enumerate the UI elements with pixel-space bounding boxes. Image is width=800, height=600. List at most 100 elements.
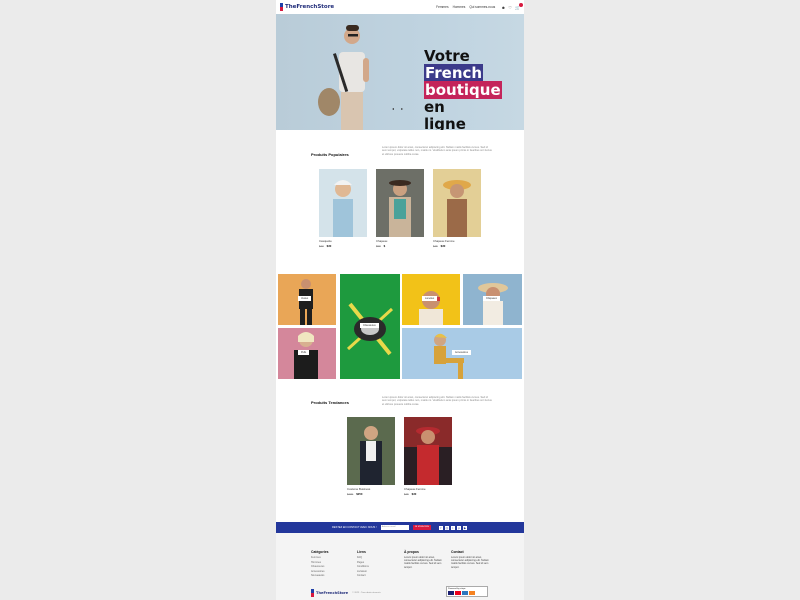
new-price: $250 — [356, 492, 363, 496]
newsletter-email-input[interactable]: Adresse email — [380, 525, 409, 530]
product-card[interactable]: Casquette $40 $30 — [319, 169, 367, 248]
copyright: © 2023 - Tous droits réservés — [352, 592, 381, 594]
pinterest-icon[interactable]: p — [456, 525, 461, 530]
instagram-icon[interactable]: ◎ — [444, 525, 449, 530]
social-links: f ◎ t p ▶ — [438, 525, 467, 530]
footer-categories: Catégories Femmes Hommes Chaussures Acce… — [311, 550, 349, 579]
product-name[interactable]: Chapeau Femme — [433, 239, 481, 243]
newsletter-subscribe-button[interactable]: JE M'INSCRIS — [412, 525, 431, 530]
product-name[interactable]: Chapeau — [376, 239, 424, 243]
visa-icon — [448, 591, 454, 595]
stripe-badge: Powered by stripe — [446, 586, 488, 597]
product-image[interactable] — [404, 417, 452, 485]
old-price: $45 — [404, 492, 409, 496]
footer-logo[interactable]: TheFrenchStore — [311, 589, 348, 597]
category-grid: Vestes Chaussures Lunettes Chapeaux Pull… — [278, 274, 522, 379]
logo[interactable]: TheFrenchStore — [280, 3, 334, 11]
heart-icon[interactable]: ♡ — [508, 5, 512, 10]
product-image[interactable] — [347, 417, 395, 485]
hero-title: Votre French boutique en ligne — [424, 48, 524, 130]
product-name[interactable]: Casquette — [319, 239, 367, 243]
old-price: $45 — [433, 244, 438, 248]
newsletter-text: RESTEZ EN CONTACT AVEC NOUS ! — [332, 526, 377, 529]
trending-title: Produits Tendances — [311, 400, 349, 405]
nav-item-hommes[interactable]: Hommes — [453, 5, 466, 9]
category-tile[interactable]: Lunettes — [402, 274, 460, 325]
product-card[interactable]: Costume Business $290 $250 — [347, 417, 395, 496]
new-price: $ — [383, 244, 386, 248]
footer-heading: Liens — [357, 550, 366, 554]
youtube-icon[interactable]: ▶ — [462, 525, 467, 530]
footer-link[interactable]: Contact — [357, 574, 395, 579]
footer-links: Liens FAQ Pages Conditions Livraison Con… — [357, 550, 395, 579]
newsletter-bar: RESTEZ EN CONTACT AVEC NOUS ! Adresse em… — [276, 522, 524, 533]
new-price: $30 — [411, 492, 417, 496]
product-card[interactable]: Chapeau $58 $ — [376, 169, 424, 248]
footer-about-text: Lorem ipsum dolor sit amet, consectetur … — [404, 556, 442, 569]
product-image[interactable] — [376, 169, 424, 237]
cart-badge — [519, 2, 523, 7]
product-name[interactable]: Costume Business — [347, 487, 395, 491]
hero-arrows[interactable]: ◂ ▸ — [392, 106, 406, 111]
amex-icon — [462, 591, 468, 595]
main-nav: Femmes Hommes Qui sommes-nous — [436, 5, 495, 9]
hero-title-line2: en — [424, 98, 445, 116]
site-header: TheFrenchStore Femmes Hommes Qui sommes-… — [276, 0, 524, 14]
hero-highlight-2: boutique — [424, 81, 502, 99]
product-price: $45 $30 — [433, 244, 481, 248]
category-label[interactable]: Pulls — [298, 350, 310, 355]
old-price: $58 — [376, 244, 381, 248]
product-image[interactable] — [319, 169, 367, 237]
popular-title: Produits Populaires — [311, 152, 349, 157]
twitter-icon[interactable]: t — [450, 525, 455, 530]
old-price: $290 — [347, 492, 354, 496]
category-tile[interactable]: Accessoires — [402, 328, 522, 379]
old-price: $40 — [319, 244, 324, 248]
footer-heading: À propos — [404, 550, 419, 554]
logo-text: TheFrenchStore — [285, 4, 335, 10]
category-label[interactable]: Lunettes — [422, 296, 438, 301]
product-price: $45 $30 — [404, 492, 452, 496]
facebook-icon[interactable]: f — [438, 525, 443, 530]
category-label[interactable]: Vestes — [298, 296, 312, 301]
user-icon[interactable]: ☻ — [501, 5, 505, 10]
footer-contact-text: Lorem ipsum dolor sit amet, consectetur … — [451, 556, 489, 569]
hero-image — [318, 25, 369, 130]
trending-text: Lorem ipsum dolor sit amet, consectetur … — [382, 396, 492, 406]
nav-item-femmes[interactable]: Femmes — [436, 5, 448, 9]
category-tile[interactable]: Pulls — [278, 328, 336, 379]
site-footer: Catégories Femmes Hommes Chaussures Acce… — [276, 533, 524, 600]
hero-highlight-1: French — [424, 64, 484, 82]
new-price: $30 — [326, 244, 332, 248]
product-price: $58 $ — [376, 244, 424, 248]
category-tile[interactable]: Chaussures — [340, 274, 400, 379]
category-label[interactable]: Chaussures — [360, 323, 379, 328]
product-card[interactable]: Chapeau Femme $45 $30 — [404, 417, 452, 496]
footer-about: À propos Lorem ipsum dolor sit amet, con… — [404, 550, 442, 569]
category-label[interactable]: Chapeaux — [483, 296, 500, 301]
nav-item-about[interactable]: Qui sommes-nous — [469, 5, 495, 9]
new-price: $30 — [440, 244, 446, 248]
discover-icon — [469, 591, 475, 595]
stripe-text: Powered by stripe — [448, 588, 466, 590]
logo-mark — [311, 589, 314, 597]
product-price: $40 $30 — [319, 244, 367, 248]
footer-link[interactable]: Nouveautés — [311, 574, 349, 579]
category-tile[interactable]: Chapeaux — [463, 274, 522, 325]
hero-banner: Votre French boutique en ligne ◂ ▸ — [276, 14, 524, 130]
product-image[interactable] — [433, 169, 481, 237]
footer-contact: Contact Lorem ipsum dolor sit amet, cons… — [451, 550, 489, 569]
hero-title-line1: Votre — [424, 47, 470, 65]
header-icons: ☻ ♡ 🛒 — [501, 2, 523, 10]
footer-heading: Catégories — [311, 550, 329, 554]
category-label[interactable]: Accessoires — [452, 350, 471, 355]
logo-text: TheFrenchStore — [316, 591, 349, 595]
footer-bottom: TheFrenchStore © 2023 - Tous droits rése… — [311, 589, 381, 597]
popular-text: Lorem ipsum dolor sit amet, consectetur … — [382, 146, 492, 156]
product-card[interactable]: Chapeau Femme $45 $30 — [433, 169, 481, 248]
logo-mark — [280, 3, 283, 11]
hero-title-line3: ligne — [424, 115, 466, 131]
category-tile[interactable]: Vestes — [278, 274, 336, 325]
product-name[interactable]: Chapeau Femme — [404, 487, 452, 491]
product-price: $290 $250 — [347, 492, 395, 496]
